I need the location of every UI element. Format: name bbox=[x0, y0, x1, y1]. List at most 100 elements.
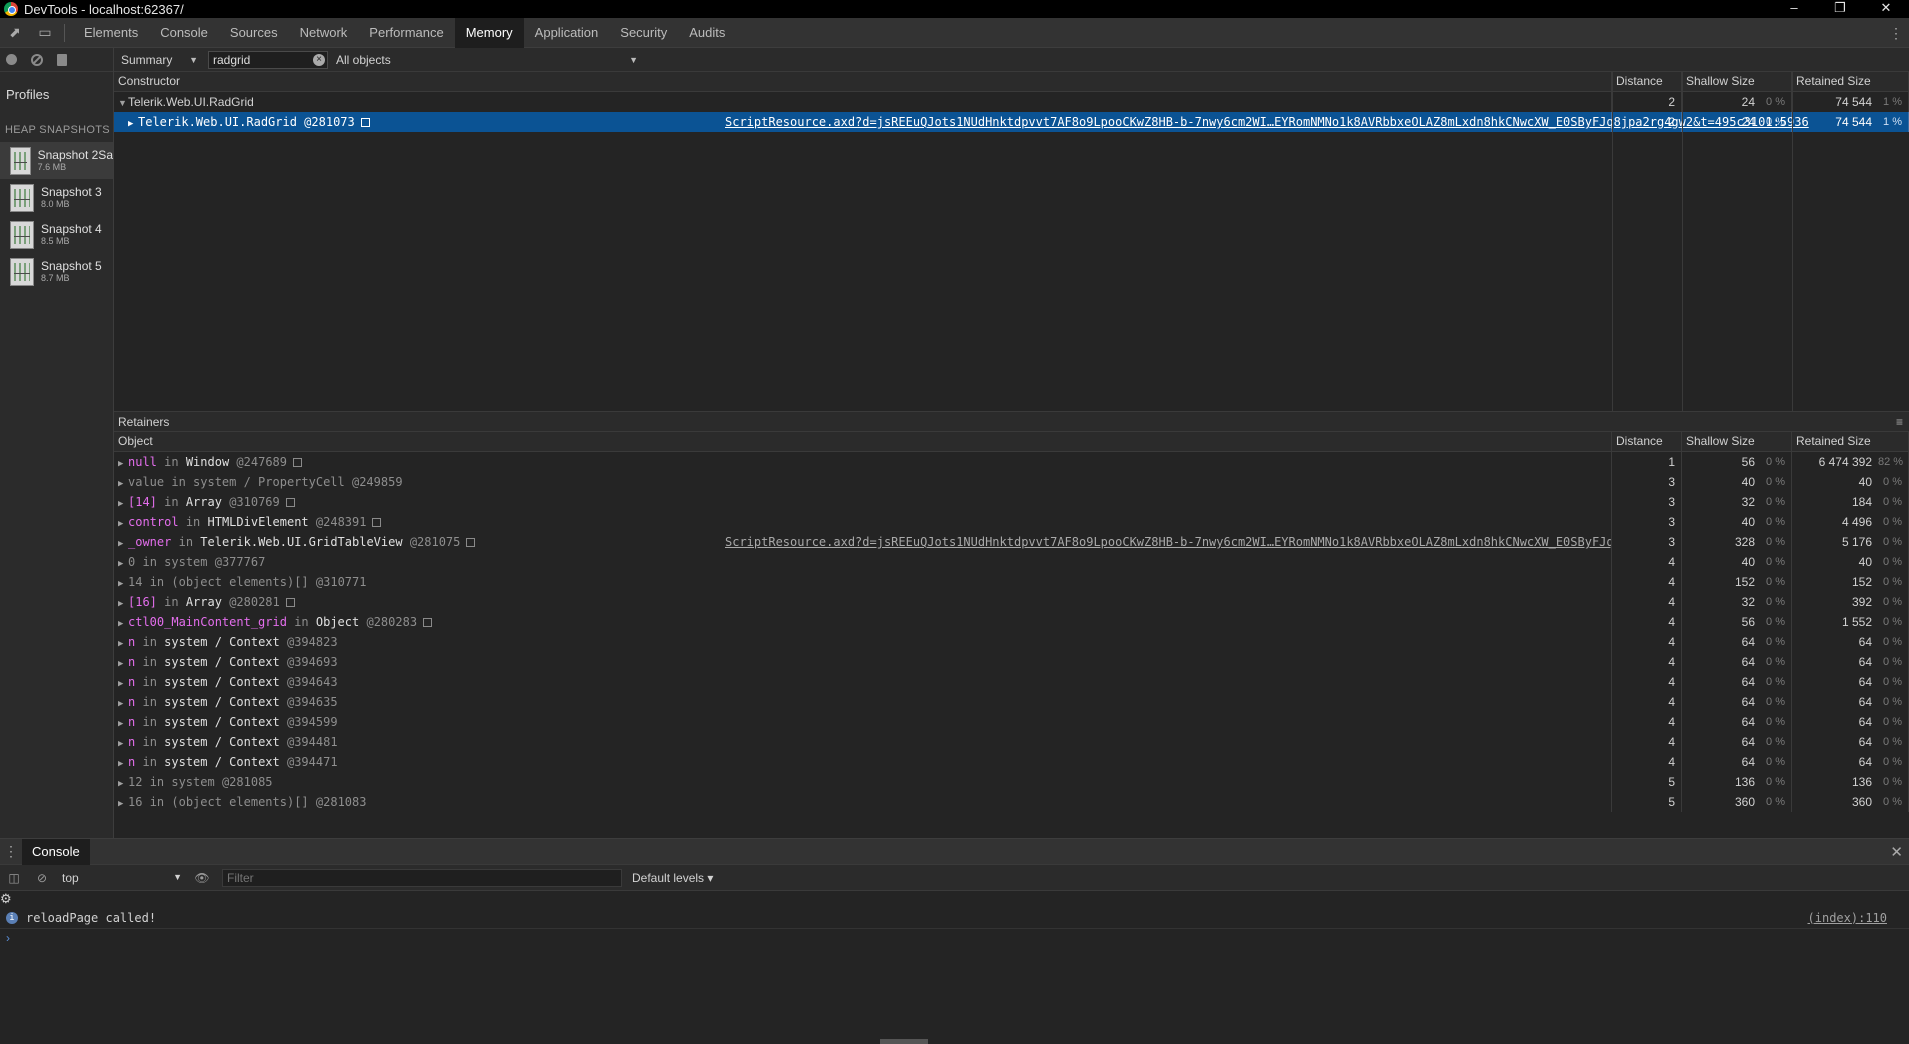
column-distance[interactable]: Distance bbox=[1612, 432, 1682, 451]
collapsed-triangle-icon[interactable]: ▶ bbox=[118, 454, 128, 472]
console-prompt[interactable]: › bbox=[0, 929, 1909, 949]
collapsed-triangle-icon[interactable]: ▶ bbox=[118, 574, 128, 592]
menu-icon[interactable]: ≡ bbox=[1896, 412, 1903, 432]
collapsed-triangle-icon[interactable]: ▶ bbox=[118, 594, 128, 612]
script-resource-link[interactable]: ScriptResource.axd?d=jsREEuQJots1NUdHnkt… bbox=[725, 532, 1611, 552]
retainer-row[interactable]: ▶ null in Window @247689 1 56 0 % 6 474 392 82… bbox=[114, 452, 1909, 472]
collapsed-triangle-icon[interactable]: ▶ bbox=[118, 474, 128, 492]
retainer-row[interactable]: ▶ n in system / Context @394471 4 64 0 % 64 0 … bbox=[114, 752, 1909, 772]
tab-security[interactable]: Security bbox=[609, 18, 678, 48]
retainer-row[interactable]: ▶ n in system / Context @394693 4 64 0 % 64 0 … bbox=[114, 652, 1909, 672]
reveal-object-icon[interactable] bbox=[423, 618, 433, 627]
collapsed-triangle-icon[interactable]: ▶ bbox=[118, 554, 128, 572]
retainer-row[interactable]: ▶ _owner in Telerik.Web.UI.GridTableView … bbox=[114, 532, 1909, 552]
restore-icon[interactable]: ❐ bbox=[1817, 0, 1863, 18]
reveal-object-icon[interactable] bbox=[466, 538, 476, 547]
column-retained-size[interactable]: Retained Size bbox=[1792, 432, 1909, 451]
console-settings-gear-icon[interactable]: ⚙ bbox=[0, 891, 12, 906]
tab-console[interactable]: Console bbox=[22, 838, 90, 865]
collapsed-triangle-icon[interactable]: ▶ bbox=[118, 734, 128, 752]
device-toolbar-icon[interactable]: ▭ bbox=[30, 18, 60, 48]
retainer-row[interactable]: ▶ n in system / Context @394599 4 64 0 % 64 0 … bbox=[114, 712, 1909, 732]
trash-icon[interactable] bbox=[57, 53, 67, 66]
console-message-source-link[interactable]: (index):110 bbox=[1808, 911, 1887, 925]
objects-select[interactable]: All objects ▼ bbox=[336, 53, 638, 67]
expanded-triangle-icon[interactable]: ▼ bbox=[118, 93, 128, 112]
retainer-row[interactable]: ▶ n in system / Context @394823 4 64 0 % 64 0 … bbox=[114, 632, 1909, 652]
tab-application[interactable]: Application bbox=[524, 18, 610, 48]
collapsed-triangle-icon[interactable]: ▶ bbox=[118, 654, 128, 672]
collapsed-triangle-icon[interactable]: ▶ bbox=[118, 774, 128, 792]
column-shallow-size[interactable]: Shallow Size bbox=[1682, 72, 1792, 91]
snapshot-item[interactable]: Snapshot 5 8.7 MB bbox=[0, 253, 113, 290]
constructor-group-row[interactable]: ▼Telerik.Web.UI.RadGrid 2 24 0 % 74 544 1 % bbox=[114, 92, 1909, 112]
retainer-row[interactable]: ▶ 12 in system @281085 5 136 0 % 136 0 % bbox=[114, 772, 1909, 792]
tab-network[interactable]: Network bbox=[289, 18, 359, 48]
retainer-row[interactable]: ▶ 0 in system @377767 4 40 0 % 40 0 % bbox=[114, 552, 1909, 572]
log-levels-select[interactable]: Default levels ▾ bbox=[632, 871, 713, 885]
reveal-object-icon[interactable] bbox=[285, 498, 295, 507]
minimize-icon[interactable]: – bbox=[1771, 0, 1817, 18]
retainer-row[interactable]: ▶ 16 in (object elements)[] @281083 5 360 0 … bbox=[114, 792, 1909, 812]
retainer-row[interactable]: ▶ control in HTMLDivElement @248391 3 40 0 %… bbox=[114, 512, 1909, 532]
collapsed-triangle-icon[interactable]: ▶ bbox=[118, 794, 128, 812]
collapsed-triangle-icon[interactable]: ▶ bbox=[118, 714, 128, 732]
console-filter[interactable] bbox=[222, 868, 622, 887]
more-options-icon[interactable]: ⋮ bbox=[1889, 25, 1903, 42]
tab-audits[interactable]: Audits bbox=[678, 18, 736, 48]
close-drawer-icon[interactable]: ✕ bbox=[1890, 843, 1903, 861]
context-select[interactable]: top ▼ bbox=[56, 871, 188, 885]
collapsed-triangle-icon[interactable]: ▶ bbox=[118, 514, 128, 532]
tab-console[interactable]: Console bbox=[149, 18, 219, 48]
retainer-row[interactable]: ▶ value in system / PropertyCell @249859 3… bbox=[114, 472, 1909, 492]
snapshot-item[interactable]: Snapshot 2Sa 7.6 MB bbox=[0, 142, 113, 179]
retainer-property: n bbox=[128, 755, 136, 769]
collapsed-triangle-icon[interactable]: ▶ bbox=[118, 494, 128, 512]
snapshot-item[interactable]: Snapshot 3 8.0 MB bbox=[0, 179, 113, 216]
inspect-element-icon[interactable]: ⬈ bbox=[0, 18, 30, 48]
column-shallow-size[interactable]: Shallow Size bbox=[1682, 432, 1792, 451]
tab-elements[interactable]: Elements bbox=[73, 18, 149, 48]
collapsed-triangle-icon[interactable]: ▶ bbox=[118, 754, 128, 772]
reveal-object-icon[interactable] bbox=[293, 458, 302, 467]
close-icon[interactable]: ✕ bbox=[1863, 0, 1909, 18]
collapsed-triangle-icon[interactable]: ▶ bbox=[118, 694, 128, 712]
collapsed-triangle-icon[interactable]: ▶ bbox=[118, 674, 128, 692]
console-filter-input[interactable] bbox=[223, 869, 613, 886]
class-filter-input[interactable] bbox=[209, 51, 309, 68]
collapsed-triangle-icon[interactable]: ▶ bbox=[118, 534, 128, 552]
clear-console-icon[interactable]: ⊘ bbox=[28, 871, 56, 885]
clear-search-icon[interactable]: × bbox=[313, 53, 325, 66]
snapshot-item[interactable]: Snapshot 4 8.5 MB bbox=[0, 216, 113, 253]
reveal-object-icon[interactable] bbox=[360, 118, 370, 127]
retainer-row[interactable]: ▶ 14 in (object elements)[] @310771 4 152 0 … bbox=[114, 572, 1909, 592]
clear-icon[interactable] bbox=[31, 53, 43, 66]
script-resource-link[interactable]: ScriptResource.axd?d=jsREEuQJots1NUdHnkt… bbox=[725, 112, 1809, 132]
collapsed-triangle-icon[interactable]: ▶ bbox=[128, 114, 138, 132]
eye-icon[interactable]: 👁 bbox=[188, 871, 216, 885]
collapsed-triangle-icon[interactable]: ▶ bbox=[118, 634, 128, 652]
retainer-row[interactable]: ▶ n in system / Context @394635 4 64 0 % 64 0 … bbox=[114, 692, 1909, 712]
class-filter[interactable]: × bbox=[208, 50, 328, 69]
retainer-row[interactable]: ▶ ctl00_MainContent_grid in Object @28028… bbox=[114, 612, 1909, 632]
drawer-resize-handle[interactable] bbox=[880, 1039, 928, 1044]
reveal-object-icon[interactable] bbox=[372, 518, 382, 527]
retainer-row[interactable]: ▶ [14] in Array @310769 3 32 0 % 184 0 % bbox=[114, 492, 1909, 512]
column-distance[interactable]: Distance bbox=[1612, 72, 1682, 91]
constructor-instance-row[interactable]: ▶ Telerik.Web.UI.RadGrid @281073 ScriptRes… bbox=[114, 112, 1909, 132]
view-select[interactable]: Summary ▼ bbox=[114, 53, 202, 67]
sidebar-toggle-icon[interactable]: ◫ bbox=[0, 871, 28, 885]
tab-memory[interactable]: Memory bbox=[454, 17, 524, 48]
column-object[interactable]: Object bbox=[114, 432, 1612, 451]
retainer-row[interactable]: ▶ n in system / Context @394481 4 64 0 % 64 0 … bbox=[114, 732, 1909, 752]
collapsed-triangle-icon[interactable]: ▶ bbox=[118, 614, 128, 632]
tab-sources[interactable]: Sources bbox=[219, 18, 289, 48]
column-retained-size[interactable]: Retained Size bbox=[1792, 72, 1909, 91]
record-icon[interactable] bbox=[6, 54, 17, 65]
reveal-object-icon[interactable] bbox=[285, 598, 295, 607]
retainer-row[interactable]: ▶ n in system / Context @394643 4 64 0 % 64 0 … bbox=[114, 672, 1909, 692]
drawer-menu-icon[interactable]: ⋮ bbox=[0, 843, 22, 860]
retainer-row[interactable]: ▶ [16] in Array @280281 4 32 0 % 392 0 % bbox=[114, 592, 1909, 612]
tab-performance[interactable]: Performance bbox=[358, 18, 454, 48]
column-constructor[interactable]: Constructor bbox=[114, 72, 1612, 91]
